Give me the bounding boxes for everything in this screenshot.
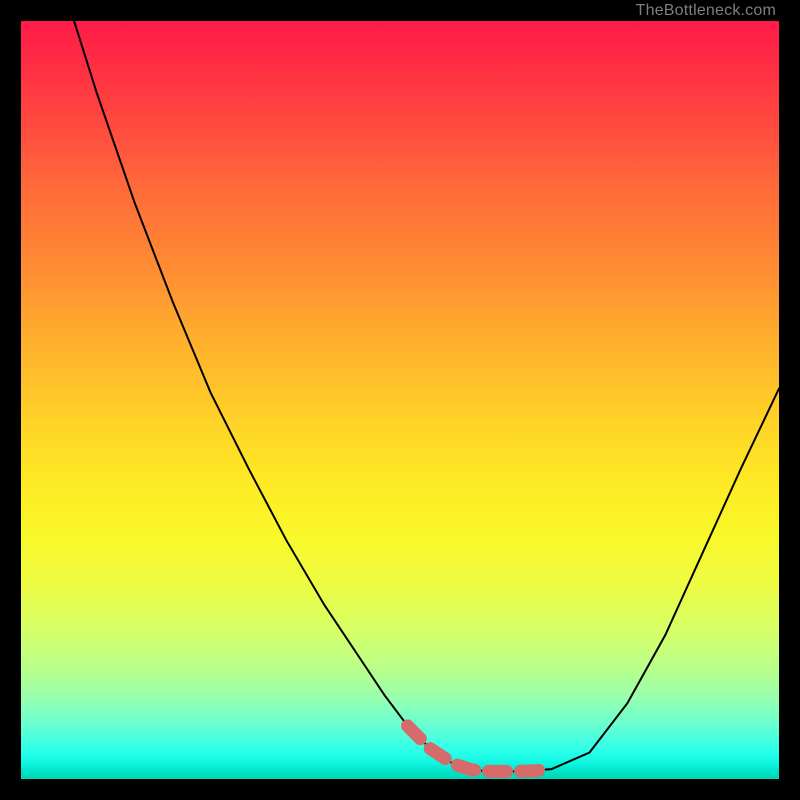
chart-stage: TheBottleneck.com <box>0 0 800 800</box>
highlight-segment <box>408 726 552 772</box>
main-curve <box>74 21 779 771</box>
plot-area <box>21 21 779 779</box>
watermark-text: TheBottleneck.com <box>636 0 776 21</box>
curve-layer <box>21 21 779 779</box>
